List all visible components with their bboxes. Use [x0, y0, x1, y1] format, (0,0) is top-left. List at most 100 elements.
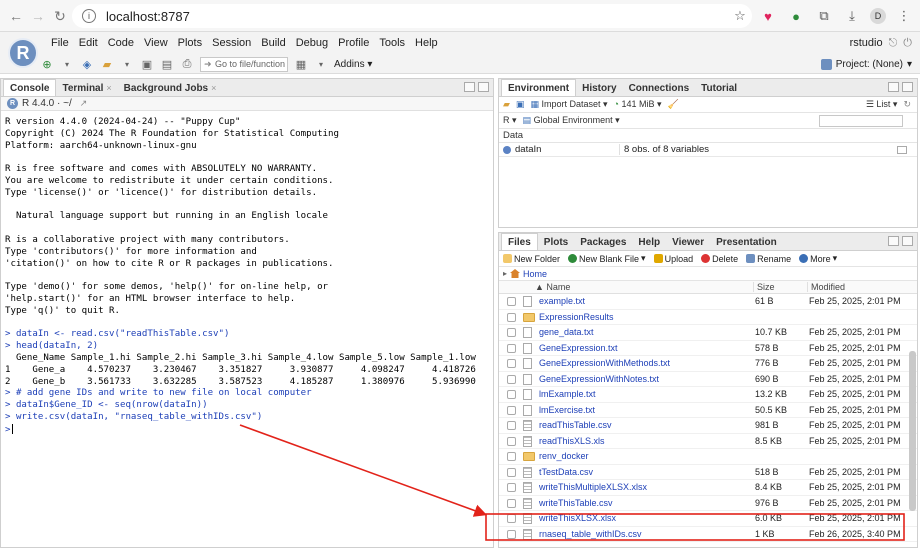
file-row[interactable]: tTestData.csv 518 B Feb 25, 2025, 2:01 PM — [499, 465, 917, 480]
file-name-link[interactable]: ExpressionResults — [539, 312, 614, 322]
tab-connections[interactable]: Connections — [623, 80, 696, 96]
language-select[interactable]: R ▾ — [503, 115, 517, 126]
file-name-link[interactable]: GeneExpressionWithMethods.txt — [539, 358, 670, 368]
tab-presentation[interactable]: Presentation — [710, 234, 783, 250]
minimize-pane-icon[interactable] — [888, 82, 899, 92]
minimize-pane-icon[interactable] — [464, 82, 475, 92]
open-file-icon[interactable]: ▰ — [100, 57, 114, 71]
file-checkbox[interactable] — [507, 498, 516, 508]
file-row[interactable]: writeThisMultipleXLSX.xlsx 8.4 KB Feb 25, … — [499, 480, 917, 496]
delete-button[interactable]: Delete — [701, 254, 738, 264]
goto-file-input[interactable]: ➜ Go to file/function — [200, 56, 288, 72]
file-checkbox[interactable] — [507, 483, 516, 492]
tab-viewer[interactable]: Viewer — [666, 234, 710, 250]
back-icon[interactable]: ← — [4, 4, 28, 28]
download-icon[interactable]: ⤓ — [842, 6, 862, 26]
menu-plots[interactable]: Plots — [173, 37, 207, 49]
broom-icon[interactable]: 🧹 — [668, 99, 679, 110]
menu-tools[interactable]: Tools — [374, 37, 410, 49]
file-name-link[interactable]: gene_data.txt — [539, 327, 594, 337]
project-menu[interactable]: Project: (None) ▾ — [820, 54, 912, 74]
tab-history[interactable]: History — [576, 80, 622, 96]
files-scrollbar[interactable] — [909, 351, 916, 511]
file-row[interactable]: gene_data.txt 10.7 KB Feb 25, 2025, 2:01 P… — [499, 325, 917, 341]
file-checkbox[interactable] — [507, 328, 516, 337]
environment-search-input[interactable] — [819, 115, 903, 127]
menu-file[interactable]: File — [46, 37, 74, 49]
file-name-link[interactable]: GeneExpression.txt — [539, 343, 618, 353]
menu-help[interactable]: Help — [410, 37, 443, 49]
close-tab-icon[interactable]: × — [211, 83, 216, 93]
tab-plots[interactable]: Plots — [538, 234, 574, 250]
upload-button[interactable]: Upload — [653, 254, 693, 264]
file-name-link[interactable]: readThisXLS.xls — [539, 436, 605, 446]
addins-menu[interactable]: Addins ▾ — [334, 59, 372, 70]
breadcrumb-home[interactable]: Home — [523, 269, 547, 279]
file-row[interactable]: example.txt 61 B Feb 25, 2025, 2:01 PM — [499, 294, 917, 310]
new-folder-button[interactable]: New Folder — [503, 254, 560, 264]
file-name-link[interactable]: renv_docker — [539, 451, 589, 461]
file-row[interactable]: writeThisTable.csv 976 B Feb 25, 2025, 2:0… — [499, 496, 917, 511]
file-checkbox[interactable] — [507, 297, 516, 306]
file-name-link[interactable]: writeThisMultipleXLSX.xlsx — [539, 482, 647, 492]
tab-console[interactable]: Console — [3, 79, 57, 96]
save-icon[interactable]: ▣ — [140, 57, 154, 71]
tab-terminal[interactable]: Terminal × — [56, 80, 117, 96]
file-checkbox[interactable] — [507, 374, 516, 384]
file-checkbox[interactable] — [507, 529, 516, 539]
file-checkbox[interactable] — [507, 467, 516, 477]
file-name-link[interactable]: rnaseq_table_withIDs.csv — [539, 529, 642, 539]
file-row[interactable]: GeneExpressionWithNotes.txt 690 B Feb 25, … — [499, 372, 917, 387]
file-row[interactable]: renv_docker — [499, 449, 917, 465]
column-size[interactable]: Size — [753, 282, 775, 292]
file-checkbox[interactable] — [507, 390, 516, 399]
memory-usage[interactable]: ◔ 141 MiB ▾ — [614, 99, 662, 110]
new-file-icon[interactable]: ⊕ — [40, 57, 54, 71]
close-tab-icon[interactable]: × — [106, 83, 111, 93]
environment-row[interactable]: dataIn 8 obs. of 8 variables — [499, 143, 917, 157]
file-checkbox[interactable] — [507, 405, 516, 415]
menu-debug[interactable]: Debug — [291, 37, 333, 49]
tab-background-jobs[interactable]: Background Jobs × — [118, 80, 223, 96]
menu-session[interactable]: Session — [207, 37, 256, 49]
file-name-link[interactable]: writeThisTable.csv — [539, 498, 613, 508]
reload-icon[interactable]: ↻ — [48, 4, 72, 28]
path-up-icon[interactable]: ▸ — [503, 269, 507, 278]
tab-environment[interactable]: Environment — [501, 79, 577, 96]
scope-select[interactable]: ▤ Global Environment ▾ — [523, 115, 620, 126]
file-name-link[interactable]: lmExercise.txt — [539, 405, 595, 415]
tab-tutorial[interactable]: Tutorial — [695, 80, 743, 96]
file-checkbox[interactable] — [507, 514, 516, 523]
file-row[interactable]: lmExercise.txt 50.5 KB Feb 25, 2025, 2:01 … — [499, 403, 917, 418]
dropdown-icon[interactable]: ▾ — [60, 57, 74, 71]
load-workspace-icon[interactable]: ▰ — [503, 99, 510, 110]
import-dataset-button[interactable]: ▦ Import Dataset ▾ — [530, 99, 607, 110]
column-modified[interactable]: Modified — [807, 282, 845, 292]
list-view-select[interactable]: ☰ List ▾ — [866, 99, 898, 110]
power-icon[interactable]: ⏻ — [903, 37, 912, 50]
profile-avatar[interactable]: D — [870, 8, 886, 24]
browser-menu-icon[interactable]: ⋮ — [894, 6, 914, 26]
file-row[interactable]: GeneExpression.txt 578 B Feb 25, 2025, 2:0… — [499, 341, 917, 356]
bookmark-star-icon[interactable]: ☆ — [730, 6, 750, 26]
file-name-link[interactable]: example.txt — [539, 296, 585, 306]
file-name-link[interactable]: GeneExpressionWithNotes.txt — [539, 374, 659, 384]
file-checkbox[interactable] — [507, 312, 516, 322]
tab-packages[interactable]: Packages — [574, 234, 632, 250]
menu-build[interactable]: Build — [256, 37, 290, 49]
new-blank-file-button[interactable]: New Blank File ▾ — [568, 253, 646, 264]
tab-help[interactable]: Help — [632, 234, 666, 250]
maximize-pane-icon[interactable] — [478, 82, 489, 92]
pocket-icon[interactable]: ♥ — [758, 6, 778, 26]
open-project-icon[interactable]: ◈ — [80, 57, 94, 71]
console-goto-icon[interactable]: ↗ — [80, 98, 88, 109]
file-row[interactable]: readThisXLS.xls 8.5 KB Feb 25, 2025, 2:01 … — [499, 434, 917, 449]
save-workspace-icon[interactable]: ▣ — [516, 99, 525, 110]
view-table-icon[interactable] — [897, 146, 907, 154]
file-row[interactable]: ExpressionResults — [499, 310, 917, 325]
file-name-link[interactable]: writeThisXLSX.xlsx — [539, 513, 616, 523]
console-output[interactable]: R version 4.4.0 (2024-04-24) -- "Puppy C… — [1, 111, 493, 442]
file-checkbox[interactable] — [507, 343, 516, 353]
dropdown-icon[interactable]: ▾ — [120, 57, 134, 71]
column-name[interactable]: ▲ Name — [535, 282, 570, 292]
